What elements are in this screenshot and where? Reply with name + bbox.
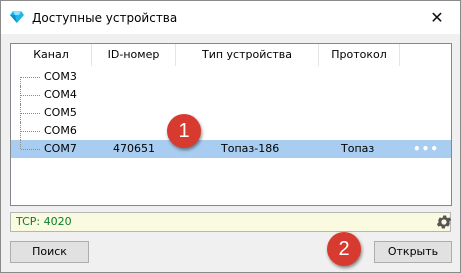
table-row-selected[interactable]: COM7 470651 Топаз-186 Топаз ••• — [11, 140, 451, 158]
open-button[interactable]: Открыть — [374, 241, 452, 263]
callout-marker-1: 1 — [167, 114, 201, 148]
table-row[interactable]: COM6 — [11, 122, 451, 140]
device-type-cell: Топаз-186 — [221, 142, 280, 155]
window-title: Доступные устройства — [32, 11, 178, 25]
connection-status-field: TCP: 4020 — [10, 212, 451, 232]
list-header: Канал ID-номер Тип устройства Протокол — [11, 44, 451, 66]
channel-cell: COM5 — [44, 106, 77, 119]
protocol-cell: Топаз — [341, 142, 375, 155]
title-bar: Доступные устройства ✕ — [1, 1, 460, 34]
channel-cell: COM3 — [44, 70, 77, 83]
devices-list[interactable]: Канал ID-номер Тип устройства Протокол C… — [10, 43, 452, 206]
channel-cell: COM4 — [44, 88, 77, 101]
id-cell: 470651 — [113, 142, 155, 155]
diamond-icon — [10, 11, 24, 23]
close-button[interactable]: ✕ — [414, 1, 460, 33]
channel-cell: COM7 — [44, 142, 77, 155]
gear-icon[interactable] — [435, 213, 453, 231]
callout-marker-2: 2 — [327, 232, 361, 266]
close-icon: ✕ — [430, 7, 444, 27]
column-header-protocol[interactable]: Протокол — [319, 44, 400, 66]
column-header-type[interactable]: Тип устройства — [176, 44, 319, 66]
more-options-icon[interactable]: ••• — [413, 140, 439, 158]
tree-connector — [20, 122, 40, 140]
column-header-id[interactable]: ID-номер — [92, 44, 176, 66]
tree-connector — [20, 86, 40, 104]
tree-connector — [20, 77, 40, 86]
channel-cell: COM6 — [44, 124, 77, 137]
search-button[interactable]: Поиск — [10, 241, 89, 263]
tree-connector — [20, 104, 40, 122]
table-row[interactable]: COM3 — [11, 68, 451, 86]
column-header-channel[interactable]: Канал — [11, 44, 92, 66]
tree-connector — [20, 140, 40, 150]
devices-dialog: Доступные устройства ✕ Канал ID-номер Ти… — [0, 0, 461, 273]
connection-status-text: TCP: 4020 — [16, 215, 72, 228]
table-row[interactable]: COM5 — [11, 104, 451, 122]
table-row[interactable]: COM4 — [11, 86, 451, 104]
